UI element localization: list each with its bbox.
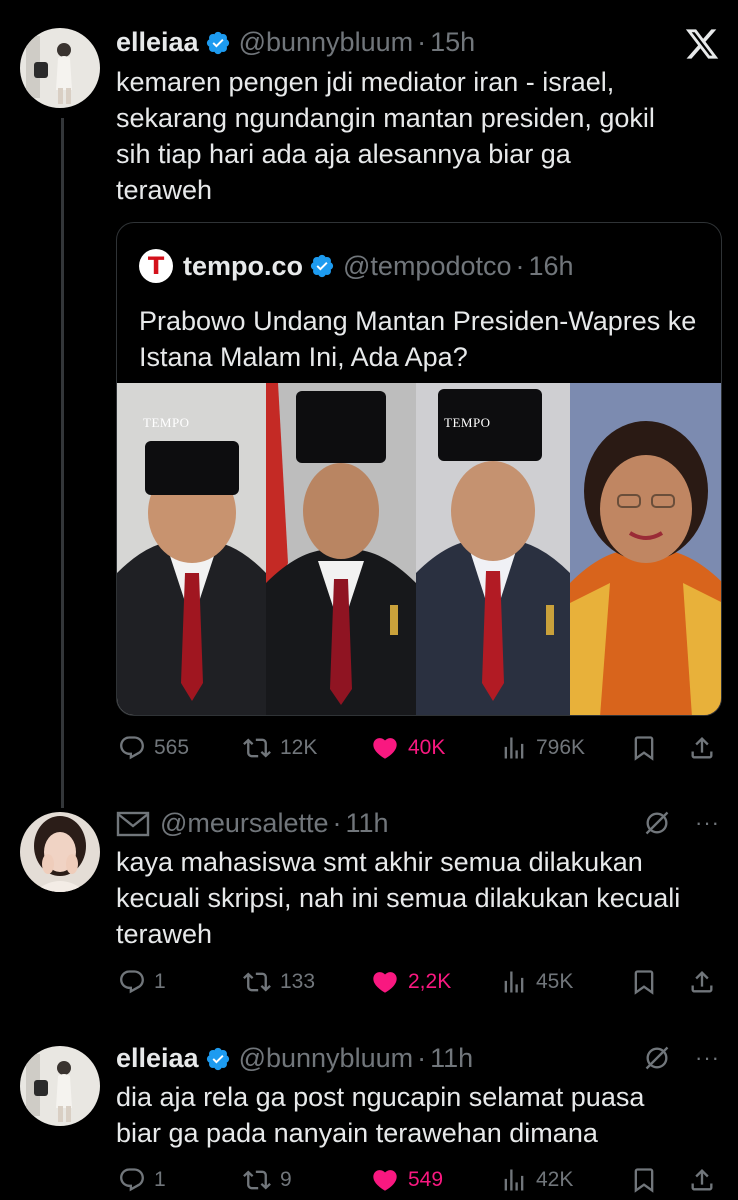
views-button[interactable]: 42K <box>500 1166 573 1194</box>
views-button[interactable]: 45K <box>500 968 573 996</box>
handle[interactable]: @meursalette <box>160 808 328 839</box>
timestamp[interactable]: 15h <box>430 27 475 58</box>
quote-photo-grid[interactable]: TEMPO TEMPO <box>117 383 721 715</box>
bookmark-icon[interactable] <box>630 1165 658 1195</box>
timestamp[interactable]: 11h <box>345 808 388 839</box>
reply-button[interactable]: 1 <box>118 968 166 996</box>
handle[interactable]: @bunnybluum <box>239 27 414 58</box>
reply-button[interactable]: 565 <box>118 734 189 762</box>
like-count: 549 <box>408 1168 444 1191</box>
display-name[interactable]: elleiaa <box>116 27 199 58</box>
timestamp[interactable]: 11h <box>430 1043 473 1074</box>
avatar[interactable] <box>20 28 100 108</box>
tweet-text: dia aja rela ga post ngucapin selamat pu… <box>116 1082 645 1148</box>
more-icon[interactable]: ··· <box>695 1045 720 1071</box>
verified-icon <box>310 254 334 278</box>
heart-icon <box>373 1170 397 1191</box>
view-count: 42K <box>536 1168 574 1191</box>
quote-tweet-card[interactable]: T tempo.co @tempodotco · 16h Prabowo Und… <box>116 222 722 716</box>
like-button[interactable]: 40K <box>370 734 445 762</box>
mail-icon <box>116 811 150 836</box>
tweet-actions: 1 9 549 42K <box>116 1160 722 1200</box>
bookmark-icon[interactable] <box>630 967 658 997</box>
quote-timestamp[interactable]: 16h <box>529 251 574 282</box>
repost-button[interactable]: 12K <box>242 734 317 762</box>
more-icon[interactable]: ··· <box>695 810 720 836</box>
view-count: 45K <box>536 970 574 993</box>
reply-icon <box>120 970 144 994</box>
avatar[interactable] <box>20 1046 100 1126</box>
tweet-actions: 565 12K 40K 796K <box>116 726 722 766</box>
repost-button[interactable]: 133 <box>242 968 315 996</box>
like-button[interactable]: 549 <box>370 1166 443 1194</box>
quote-header: T tempo.co @tempodotco · 16h <box>139 249 574 283</box>
heart-icon <box>373 972 397 993</box>
x-logo-icon[interactable] <box>684 26 720 62</box>
tweet-header: elleiaa @bunnybluum · 11h <box>116 1043 473 1074</box>
grok-icon[interactable] <box>643 1044 671 1072</box>
separator-dot: · <box>417 1043 427 1073</box>
portrait-photo-3[interactable]: TEMPO <box>416 383 570 715</box>
views-icon <box>504 737 524 759</box>
portrait-photo-4[interactable] <box>570 383 721 715</box>
share-icon[interactable] <box>688 1165 716 1195</box>
separator-dot: · <box>417 27 427 57</box>
like-count: 40K <box>408 736 446 759</box>
reply-count: 1 <box>154 970 166 993</box>
separator-dot: · <box>515 250 525 281</box>
tweet-actions: 1 133 2,2K 45K <box>116 962 722 1002</box>
grok-icon[interactable] <box>643 809 671 837</box>
heart-icon <box>373 738 397 759</box>
like-button[interactable]: 2,2K <box>370 968 451 996</box>
share-icon[interactable] <box>688 967 716 997</box>
portrait-photo-2[interactable] <box>266 383 416 715</box>
repost-count: 9 <box>280 1168 292 1191</box>
tempo-logo-icon: T <box>139 249 173 283</box>
verified-icon <box>206 31 229 54</box>
like-count: 2,2K <box>408 970 452 993</box>
reply-count: 1 <box>154 1168 166 1191</box>
tweet-header: @meursalette · 11h <box>116 808 389 839</box>
tempo-watermark: TEMPO <box>444 415 491 430</box>
tweet-header: elleiaa @bunnybluum · 15h <box>116 27 475 58</box>
avatar[interactable] <box>20 812 100 892</box>
handle[interactable]: @bunnybluum <box>239 1043 414 1074</box>
share-icon[interactable] <box>688 733 716 763</box>
views-icon <box>504 1169 524 1191</box>
reply-button[interactable]: 1 <box>118 1166 166 1194</box>
repost-icon <box>243 738 271 758</box>
quote-handle[interactable]: @tempodotco <box>343 251 512 282</box>
views-icon <box>504 971 524 993</box>
reply-icon <box>120 736 144 760</box>
views-button[interactable]: 796K <box>500 734 585 762</box>
repost-icon <box>243 1170 271 1190</box>
thread-line <box>61 118 64 808</box>
verified-icon <box>206 1047 229 1070</box>
separator-dot: · <box>332 808 342 838</box>
display-name[interactable]: elleiaa <box>116 1043 199 1074</box>
quote-display-name[interactable]: tempo.co <box>183 251 303 282</box>
reply-count: 565 <box>154 736 190 759</box>
tweet-text: kemaren pengen jdi mediator iran - israe… <box>116 67 655 205</box>
bookmark-icon[interactable] <box>630 733 658 763</box>
repost-icon <box>243 972 271 992</box>
view-count: 796K <box>536 736 586 759</box>
reply-icon <box>120 1168 144 1192</box>
tweet-text: kaya mahasiswa smt akhir semua dilakukan… <box>116 847 681 949</box>
repost-count: 133 <box>280 970 316 993</box>
portrait-photo-1[interactable]: TEMPO <box>117 383 266 715</box>
quote-text: Prabowo Undang Mantan Presiden-Wapres ke… <box>139 306 697 372</box>
repost-button[interactable]: 9 <box>242 1166 292 1194</box>
tempo-watermark: TEMPO <box>143 415 190 430</box>
repost-count: 12K <box>280 736 318 759</box>
